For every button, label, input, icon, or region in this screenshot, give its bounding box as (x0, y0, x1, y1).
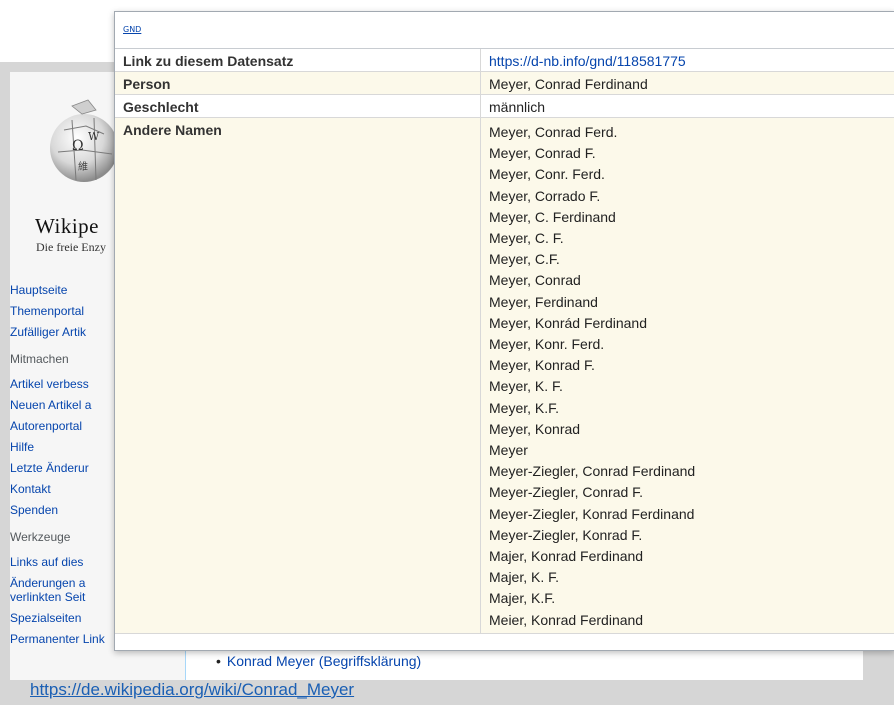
row-value-link: https://d-nb.info/gnd/118581775 (480, 49, 894, 72)
sidebar-heading-werkzeuge: Werkzeuge (10, 530, 71, 544)
sidebar-item-permanent-link[interactable]: Permanenter Link (10, 631, 120, 647)
other-name: Meyer-Ziegler, Conrad Ferdinand (489, 463, 696, 480)
sidebar-item-random-article[interactable]: Zufälliger Artik (10, 324, 120, 340)
popup-header: GND (115, 12, 894, 49)
other-name: Majer, K. F. (489, 569, 560, 586)
other-name: Meier, Konrad Ferdinand (489, 611, 644, 628)
disambiguation-link[interactable]: Konrad Meyer (Begriffsklärung) (216, 653, 421, 669)
svg-text:維: 維 (78, 160, 88, 173)
page-url[interactable]: https://de.wikipedia.org/wiki/Conrad_Mey… (30, 680, 354, 700)
sidebar-navigation: Hauptseite Themenportal Zufälliger Artik… (10, 282, 120, 652)
other-name: Meyer, Konrad F. (489, 357, 595, 374)
sidebar-item-special-pages[interactable]: Spezialseiten (10, 610, 120, 626)
puzzle-globe-icon: Ω W 維 (50, 99, 118, 182)
other-name: Meyer, Konrad (489, 420, 581, 437)
row-label-link: Link zu diesem Datensatz (115, 49, 481, 72)
other-name: Meyer, Konr. Ferd. (489, 336, 605, 353)
wikipedia-tagline: Die freie Enzy (36, 240, 106, 254)
other-name: Majer, K.F. (489, 590, 556, 607)
row-value-other-names: Meyer, Conrad Ferd. Meyer, Conrad F. Mey… (480, 117, 894, 634)
sidebar-item-hauptseite[interactable]: Hauptseite (10, 282, 120, 298)
other-name: Meyer, Conr. Ferd. (489, 166, 605, 183)
other-name: Meyer-Ziegler, Konrad Ferdinand (489, 505, 695, 522)
other-name: Meyer, Konrád Ferdinand (489, 314, 647, 331)
sidebar-item-new-article[interactable]: Neuen Artikel a (10, 397, 120, 413)
other-name: Meyer, Conrad Ferd. (489, 124, 618, 140)
sidebar-heading-mitmachen: Mitmachen (10, 352, 69, 366)
row-label-other-names: Andere Namen (115, 117, 481, 634)
other-name: Meyer-Ziegler, Konrad F. (489, 526, 643, 543)
sidebar-item-links-here[interactable]: Links auf dies (10, 554, 120, 570)
sidebar-item-autorenportal[interactable]: Autorenportal (10, 418, 120, 434)
table-row: Geschlecht männlich (115, 94, 894, 118)
other-name: Meyer-Ziegler, Conrad F. (489, 484, 644, 501)
other-name: Meyer, C.F. (489, 251, 560, 268)
sidebar-item-hilfe[interactable]: Hilfe (10, 439, 120, 455)
gnd-popup: GND Link zu diesem Datensatz https://d-n… (114, 11, 894, 651)
sidebar-item-improve-article[interactable]: Artikel verbess (10, 376, 120, 392)
other-name: Meyer, Corrado F. (489, 187, 601, 204)
gnd-table: Link zu diesem Datensatz https://d-nb.in… (115, 49, 894, 634)
table-row: Link zu diesem Datensatz https://d-nb.in… (115, 49, 894, 72)
other-name: Meyer, Conrad F. (489, 145, 596, 162)
other-name: Meyer, C. Ferdinand (489, 208, 616, 225)
other-name: Meyer (489, 442, 528, 459)
table-row: Person Meyer, Conrad Ferdinand (115, 71, 894, 95)
other-name: Majer, Konrad Ferdinand (489, 548, 644, 565)
other-name: Meyer, C. F. (489, 230, 564, 247)
row-label-gender: Geschlecht (115, 94, 481, 118)
sidebar-item-kontakt[interactable]: Kontakt (10, 481, 120, 497)
sidebar-item-related-changes[interactable]: Änderungen a (10, 575, 120, 591)
row-label-person: Person (115, 71, 481, 95)
row-value-person: Meyer, Conrad Ferdinand (480, 71, 894, 95)
table-row: Andere Namen Meyer, Conrad Ferd. Meyer, … (115, 117, 894, 634)
other-name: Meyer, Ferdinand (489, 293, 598, 310)
sidebar-item-themenportal[interactable]: Themenportal (10, 303, 120, 319)
svg-text:W: W (88, 130, 100, 143)
sidebar-item-recent-changes[interactable]: Letzte Änderur (10, 460, 120, 476)
other-name: Meyer, Conrad (489, 272, 581, 289)
other-name: Meyer, K. F. (489, 378, 563, 395)
svg-text:Ω: Ω (72, 138, 84, 154)
other-name: Meyer, K.F. (489, 399, 560, 416)
gnd-record-link[interactable]: https://d-nb.info/gnd/118581775 (489, 53, 686, 69)
gnd-tag[interactable]: GND (123, 25, 141, 34)
sidebar-item-spenden[interactable]: Spenden (10, 502, 120, 518)
row-value-gender: männlich (480, 94, 894, 118)
sidebar-item-related-changes-cont[interactable]: verlinkten Seit (10, 591, 120, 605)
wikipedia-wordmark: Wikipe (35, 214, 99, 238)
